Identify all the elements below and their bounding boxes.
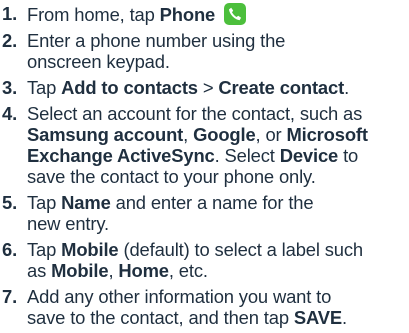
ui-term: Name — [61, 192, 111, 213]
step-1: 1. From home, tap Phone — [2, 3, 406, 25]
step-4: 4. Select an account for the contact, su… — [2, 103, 406, 187]
instruction-steps: 1. From home, tap Phone 2. Enter a phone… — [2, 3, 406, 333]
step-number: 3. — [2, 77, 18, 98]
ui-term: Home — [118, 260, 169, 281]
ui-term: Google — [193, 124, 256, 145]
step-text: Enter a phone number using the onscreen k… — [27, 30, 286, 72]
step-number: 7. — [2, 286, 18, 307]
step-text: Tap Mobile (default) to select a label s… — [27, 239, 363, 281]
ui-term: Phone — [159, 4, 216, 25]
ui-term: Create contact — [218, 77, 345, 98]
ui-term: Mobile — [61, 239, 119, 260]
step-text: From home, tap Phone — [27, 4, 216, 25]
ui-term: Mobile — [51, 260, 109, 281]
step-3: 3. Tap Add to contacts > Create contact. — [2, 77, 406, 98]
step-text: Add any other information you want to sav… — [27, 286, 347, 328]
step-text: Tap Name and enter a name for the new ent… — [27, 192, 314, 234]
step-5: 5. Tap Name and enter a name for the new … — [2, 192, 406, 234]
step-number: 5. — [2, 192, 18, 213]
step-text: Tap Add to contacts > Create contact. — [27, 77, 350, 98]
ui-term: Microsoft — [286, 124, 368, 145]
ui-term: SAVE — [293, 307, 342, 328]
step-7: 7. Add any other information you want to… — [2, 286, 406, 328]
phone-app-icon — [224, 3, 247, 25]
step-text: Select an account for the contact, such … — [27, 103, 368, 187]
step-number: 6. — [2, 239, 18, 260]
ui-term: Device — [279, 145, 339, 166]
step-number: 2. — [2, 30, 18, 51]
step-2: 2. Enter a phone number using the onscree… — [2, 30, 406, 72]
ui-term: Samsung account — [27, 124, 184, 145]
ui-term: Exchange ActiveSync — [27, 145, 215, 166]
ui-term: Add to contacts — [61, 77, 198, 98]
step-number: 1. — [2, 3, 18, 24]
step-6: 6. Tap Mobile (default) to select a labe… — [2, 239, 406, 281]
step-number: 4. — [2, 103, 18, 124]
